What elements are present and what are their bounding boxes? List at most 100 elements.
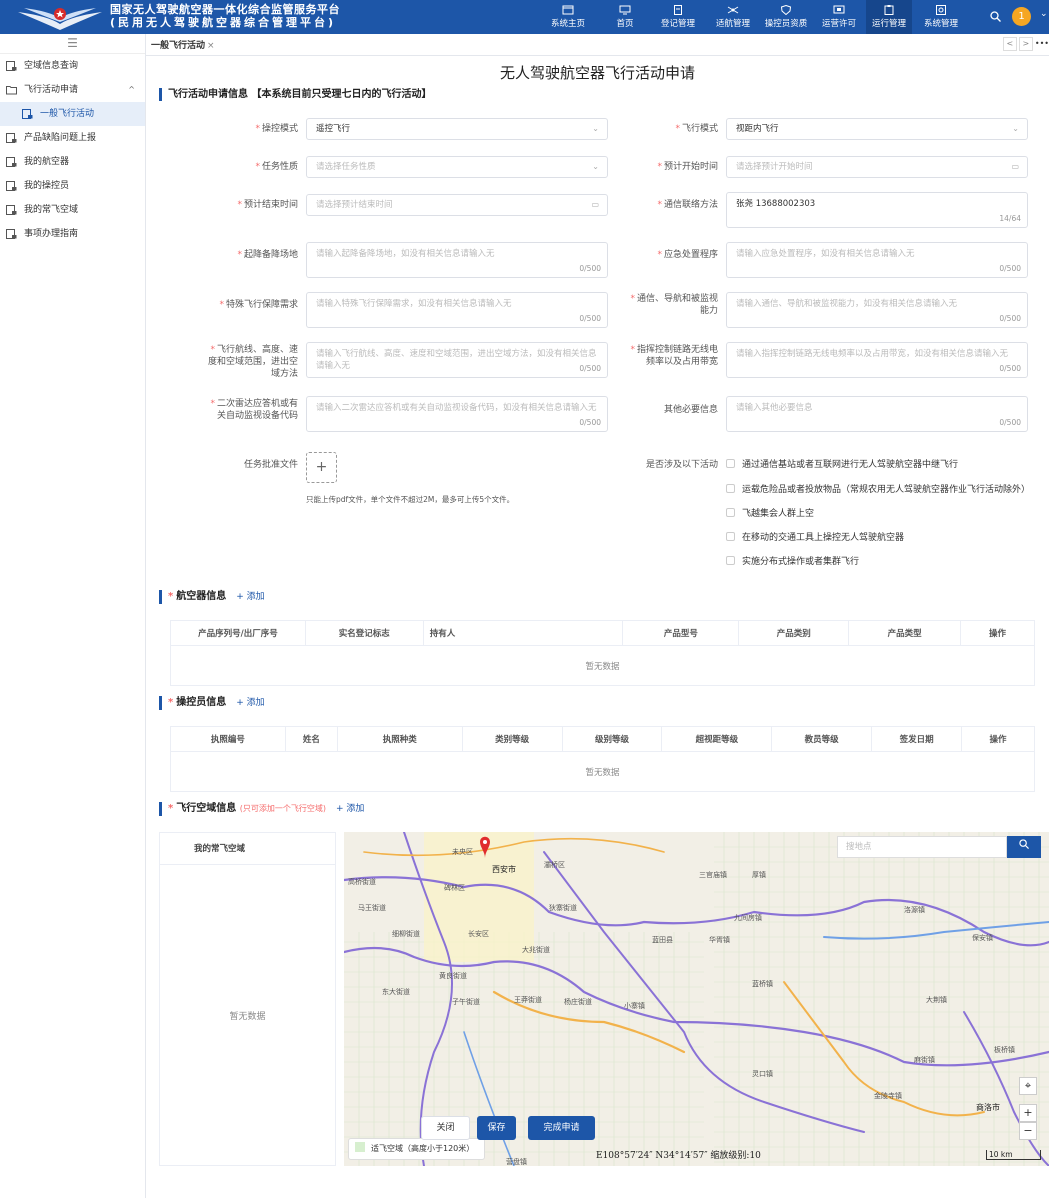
search-icon[interactable] [990, 11, 1001, 22]
label-control-mode: * 操控模式 [255, 124, 298, 134]
map-search-button[interactable] [1007, 836, 1041, 858]
menu-item-icon [6, 181, 17, 191]
start-time-picker[interactable]: 请选择预计开始时间 ▭ [726, 156, 1028, 178]
map-label: 大荆镇 [926, 995, 947, 1004]
map-label: 灵口镇 [752, 1069, 773, 1078]
save-button[interactable]: 保存 [477, 1116, 516, 1140]
label-comm-nav: * 通信、导航和被监视能力 [630, 294, 718, 316]
label-end-time: * 预计结束时间 [237, 200, 298, 210]
my-airspace-empty: 暂无数据 [229, 1012, 266, 1022]
map-label: 金陵寺镇 [874, 1091, 902, 1100]
menu-toggle-icon[interactable]: ☰ [0, 34, 145, 54]
upload-hint: 只能上传pdf文件，单个文件不超过2M，最多可上传5个文件。 [306, 495, 515, 504]
checkbox-box [726, 532, 735, 541]
c2-link-textarea[interactable]: 请输入指挥控制链路无线电频率以及占用带宽，如没有相关信息请输入无 0/500 [726, 342, 1028, 378]
column-header: 实名登记标志 [304, 620, 424, 646]
close-button[interactable]: 关闭 [421, 1116, 470, 1140]
map-label: 灞桥区 [544, 860, 565, 869]
sidebar-item-flight-application[interactable]: 飞行活动申请 ^ [0, 78, 145, 102]
map-label: 三官庙镇 [699, 870, 727, 879]
system-name-line1: 国家无人驾驶航空器一体化综合监管服务平台 [110, 3, 340, 16]
chevron-up-icon: ^ [128, 85, 135, 94]
emergency-textarea[interactable]: 请输入应急处置程序，如没有相关信息请输入无 0/500 [726, 242, 1028, 278]
other-textarea[interactable]: 请输入其他必要信息 0/500 [726, 396, 1028, 432]
nav-system-home[interactable]: 系统主页 [545, 0, 591, 34]
add-aircraft-button[interactable]: + 添加 [236, 592, 264, 602]
special-textarea[interactable]: 请输入特殊飞行保障需求，如没有相关信息请输入无 0/500 [306, 292, 608, 328]
zoom-out-button[interactable]: − [1019, 1122, 1037, 1140]
empty-cell: 暂无数据 [170, 645, 1035, 686]
top-bar: 国家无人驾驶航空器一体化综合监管服务平台 (民用无人驾驶航空器综合管理平台) 系… [0, 0, 1049, 34]
column-header: 超视距等级 [661, 726, 773, 752]
menu-item-icon [6, 205, 17, 215]
label-other: 其他必要信息 [663, 405, 718, 415]
nav-home[interactable]: 首页 [605, 0, 645, 34]
add-operator-button[interactable]: + 添加 [236, 698, 264, 708]
add-airspace-button[interactable]: + 添加 [336, 804, 364, 814]
avatar[interactable]: 1 [1012, 7, 1031, 26]
locate-icon[interactable]: ⌖ [1019, 1077, 1037, 1095]
checkbox-over-crowd[interactable]: 飞越集会人群上空 [726, 508, 814, 520]
map-label: 商洛市 [976, 1102, 1000, 1112]
sidebar-item-my-aircraft[interactable]: 我的航空器 [0, 150, 145, 174]
map-label: 东大街道 [382, 987, 410, 996]
map-label: 蓝田县 [652, 935, 673, 944]
checkbox-dangerous-goods[interactable]: 运载危险品或者投放物品（常规农用无人驾驶航空器作业飞行活动除外） [726, 484, 1030, 496]
map-label: 西安市 [492, 864, 516, 874]
sidebar-item-my-operators[interactable]: 我的操控员 [0, 174, 145, 198]
sidebar-item-guide[interactable]: 事项办理指南 [0, 222, 145, 246]
map-label: 子午街道 [452, 997, 480, 1006]
section-basic-info: 飞行活动申请信息 【本系统目前只受理七日内的飞行活动】 [159, 88, 431, 101]
tab-more-button[interactable]: ••• [1035, 38, 1049, 52]
map-label: 板桥镇 [994, 1045, 1015, 1054]
map-label: 王莽街道 [514, 995, 542, 1004]
map-label: 蓝桥镇 [752, 979, 773, 988]
contact-textarea[interactable]: 张尧 13688002303 14/64 [726, 192, 1028, 228]
tab-next-button[interactable]: > [1018, 37, 1033, 51]
sidebar-item-airspace-query[interactable]: 空域信息查询 [0, 54, 145, 78]
aircraft-table: 产品序列号/出厂序号 实名登记标志 持有人 产品型号 产品类别 产品类型 操作 … [170, 620, 1035, 686]
nav-system-management[interactable]: 系统管理 [918, 0, 964, 34]
chevron-down-icon: ⌄ [1012, 124, 1019, 133]
nav-registration[interactable]: 登记管理 [655, 0, 701, 34]
clipboard-icon [884, 5, 894, 15]
submit-button[interactable]: 完成申请 [528, 1116, 595, 1140]
column-header: 姓名 [284, 726, 338, 752]
sidebar-item-general-flight[interactable]: 一般飞行活动 [0, 102, 145, 126]
nav-operation-license[interactable]: 运营许可 [816, 0, 862, 34]
checkbox-swarm[interactable]: 实施分布式操作或者集群飞行 [726, 556, 859, 568]
chevron-down-icon[interactable]: ⌄ [1040, 9, 1048, 19]
tab-general-flight[interactable]: 一般飞行活动 × [151, 38, 215, 51]
close-icon[interactable]: × [207, 41, 215, 51]
map-label: 高桥街道 [348, 877, 376, 886]
sidebar-item-defect-report[interactable]: 产品缺陷问题上报 [0, 126, 145, 150]
search-icon [1019, 839, 1029, 849]
route-textarea[interactable]: 请输入飞行航线、高度、速度和空域范围，进出空域方法，如没有相关信息请输入无 0/5… [306, 342, 608, 378]
map-label: 未央区 [452, 847, 473, 856]
checkbox-relay-flight[interactable]: 通过通信基站或者互联网进行无人驾驶航空器中继飞行 [726, 459, 958, 471]
nav-operator-qualification[interactable]: 操控员资质 [760, 0, 812, 34]
map-search-input[interactable]: 搜地点 [837, 836, 1007, 858]
task-nature-select[interactable]: 请选择任务性质 ⌄ [306, 156, 608, 178]
checkbox-box [726, 459, 735, 468]
checkbox-moving-vehicle[interactable]: 在移动的交通工具上操控无人驾驶航空器 [726, 532, 904, 544]
transponder-textarea[interactable]: 请输入二次雷达应答机或有关自动监视设备代码，如没有相关信息请输入无 0/500 [306, 396, 608, 432]
nav-operation-management[interactable]: 运行管理 [866, 0, 912, 34]
alt-site-textarea[interactable]: 请输入起降备降场地，如没有相关信息请输入无 0/500 [306, 242, 608, 278]
menu-item-icon [6, 229, 17, 239]
end-time-picker[interactable]: 请选择预计结束时间 ▭ [306, 194, 608, 216]
zoom-in-button[interactable]: + [1019, 1104, 1037, 1122]
map-label: 九间房镇 [734, 913, 762, 922]
comm-nav-textarea[interactable]: 请输入通信、导航和被监视能力，如没有相关信息请输入无 0/500 [726, 292, 1028, 328]
flight-mode-select[interactable]: 视距内飞行 ⌄ [726, 118, 1028, 140]
nav-airworthiness[interactable]: 适航管理 [710, 0, 756, 34]
map-label: 华胥镇 [709, 935, 730, 944]
label-upload: 任务批准文件 [243, 460, 298, 470]
menu-item-icon [22, 109, 33, 119]
label-c2-link: * 指挥控制链路无线电频率以及占用带宽 [630, 345, 718, 367]
tab-prev-button[interactable]: < [1002, 37, 1017, 51]
control-mode-select[interactable]: 遥控飞行 ⌄ [306, 118, 608, 140]
upload-button[interactable]: + [306, 452, 337, 483]
main-content: 无人驾驶航空器飞行活动申请 飞行活动申请信息 【本系统目前只受理七日内的飞行活动… [146, 56, 1049, 1198]
sidebar-item-my-airspace[interactable]: 我的常飞空域 [0, 198, 145, 222]
